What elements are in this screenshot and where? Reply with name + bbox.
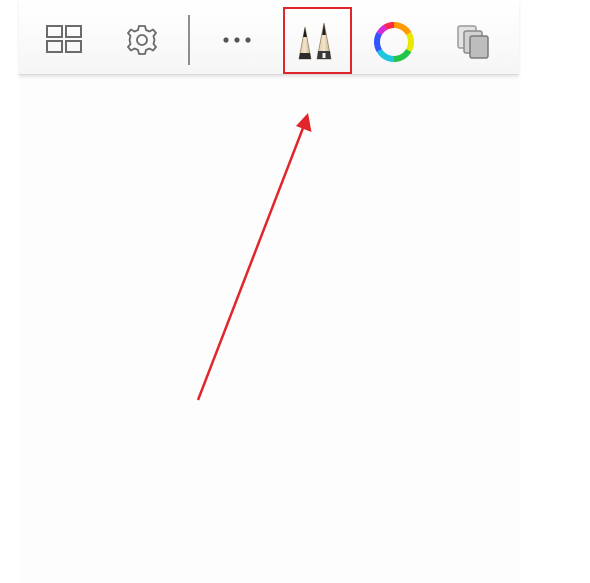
annotation-arrow xyxy=(196,113,312,401)
app-window xyxy=(0,0,590,583)
